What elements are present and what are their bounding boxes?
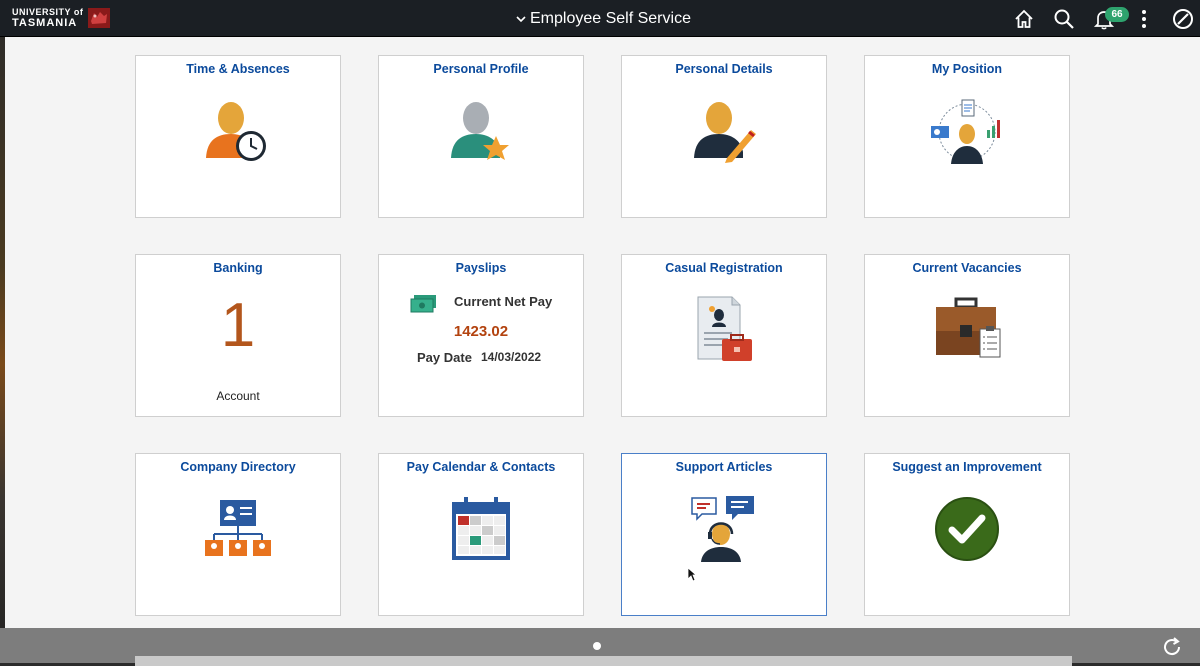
- notification-badge[interactable]: 66: [1105, 7, 1129, 22]
- header-bar: UNIVERSITY of TASMANIA Employee Self Ser…: [0, 0, 1200, 37]
- tile-current-vacancies[interactable]: Current Vacancies: [864, 254, 1070, 417]
- pay-date-label: Pay Date: [417, 350, 472, 365]
- pay-date-value: 14/03/2022: [481, 350, 542, 364]
- logo-line1: UNIVERSITY of: [12, 7, 84, 17]
- page-indicator-dot[interactable]: [593, 642, 601, 650]
- tile-title: Personal Profile: [433, 62, 529, 76]
- tile-title: Payslips: [455, 261, 507, 275]
- logo-text: UNIVERSITY of TASMANIA: [12, 7, 84, 29]
- tile-title: Current Vacancies: [912, 261, 1022, 275]
- person-pencil-icon: [694, 102, 756, 163]
- tile-support-articles[interactable]: Support Articles: [621, 453, 827, 616]
- compass-icon[interactable]: [1172, 8, 1194, 30]
- tile-title: Support Articles: [675, 460, 773, 474]
- page-title: Employee Self Service: [530, 10, 691, 27]
- tile-title: Personal Details: [675, 62, 773, 76]
- tile-title: Banking: [213, 261, 263, 275]
- tile-personal-details[interactable]: Personal Details: [621, 55, 827, 218]
- calendar-icon: [452, 497, 510, 560]
- home-icon[interactable]: [1013, 8, 1035, 30]
- chevron-down-icon: [516, 16, 526, 23]
- tile-title: Suggest an Improvement: [892, 460, 1042, 474]
- tile-title: Time & Absences: [186, 62, 290, 76]
- org-position-icon: [931, 99, 1000, 164]
- person-star-icon: [451, 102, 509, 160]
- resume-briefcase-icon: [697, 296, 752, 361]
- briefcase-checklist-icon: [936, 297, 1001, 358]
- account-count: 1: [220, 291, 256, 360]
- tile-my-position[interactable]: My Position: [864, 55, 1070, 218]
- org-chart-icon: [205, 500, 271, 556]
- more-vert-icon[interactable]: [1133, 8, 1155, 30]
- tile-time-absences[interactable]: Time & Absences: [135, 55, 341, 218]
- account-label: Account: [216, 389, 260, 403]
- tile-title: Company Directory: [180, 460, 296, 474]
- tile-suggest-improvement[interactable]: Suggest an Improvement: [864, 453, 1070, 616]
- university-logo[interactable]: UNIVERSITY of TASMANIA: [12, 7, 112, 31]
- net-pay-label: Current Net Pay: [454, 294, 553, 309]
- tile-casual-registration[interactable]: Casual Registration: [621, 254, 827, 417]
- tile-payslips[interactable]: Payslips Current Net Pay 1423.02 Pay Dat…: [378, 254, 584, 417]
- refresh-icon[interactable]: [1161, 636, 1183, 658]
- search-icon[interactable]: [1053, 8, 1075, 30]
- tile-banking[interactable]: Banking 1 Account: [135, 254, 341, 417]
- support-agent-icon: [691, 496, 754, 562]
- person-clock-icon: [206, 102, 266, 161]
- tile-personal-profile[interactable]: Personal Profile: [378, 55, 584, 218]
- tile-title: Casual Registration: [665, 261, 783, 275]
- next-row-tile-edge: [135, 656, 1072, 666]
- tile-title: Pay Calendar & Contacts: [406, 460, 556, 474]
- page-title-dropdown[interactable]: Employee Self Service: [516, 9, 691, 29]
- tile-company-directory[interactable]: Company Directory: [135, 453, 341, 616]
- tile-pay-calendar[interactable]: Pay Calendar & Contacts: [378, 453, 584, 616]
- lion-crest-icon: [88, 8, 110, 28]
- net-pay-value: 1423.02: [453, 323, 509, 340]
- checkmark-circle-icon: [935, 497, 999, 561]
- mouse-cursor-icon: [687, 567, 697, 582]
- cash-icon: [410, 295, 436, 313]
- logo-line2: TASMANIA: [12, 17, 78, 29]
- homepage-content: Time & Absences Personal Profile Persona…: [5, 37, 1200, 628]
- tile-title: My Position: [931, 62, 1003, 76]
- page-navigation-bar: [0, 628, 1200, 666]
